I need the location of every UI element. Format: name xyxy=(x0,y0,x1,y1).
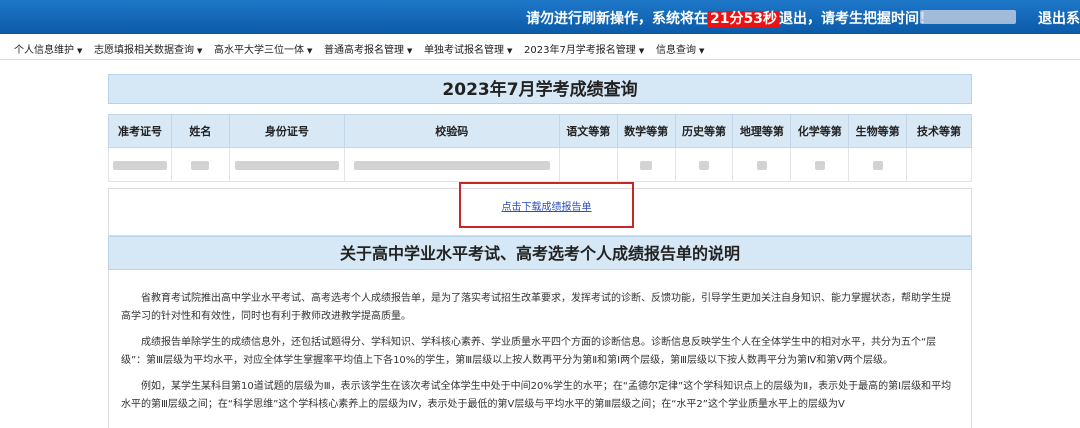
user-name-redacted xyxy=(920,10,1016,24)
exam-number-cell xyxy=(108,147,172,182)
caret-down-icon: ▼ xyxy=(638,47,645,55)
col-header: 技术等第 xyxy=(906,114,972,148)
redacted-value xyxy=(112,160,167,170)
redacted-value xyxy=(353,160,550,170)
nav-item-single-exam-registration[interactable]: 单独考试报名管理 ▼ xyxy=(424,41,512,56)
download-row: 点击下载成绩报告单 xyxy=(108,182,972,236)
name-cell xyxy=(170,147,230,182)
technology-grade-cell xyxy=(906,147,972,182)
biology-grade-cell xyxy=(848,147,908,182)
redacted-value xyxy=(698,160,709,170)
redacted-value xyxy=(814,160,825,170)
id-number-cell xyxy=(228,147,345,182)
col-header: 准考证号 xyxy=(108,114,172,148)
check-code-cell xyxy=(343,147,560,182)
redacted-value xyxy=(640,160,653,170)
nav-label: 志愿填报相关数据查询 xyxy=(94,45,194,56)
col-header: 姓名 xyxy=(170,114,230,148)
main-nav: 个人信息维护 ▼ 志愿填报相关数据查询 ▼ 高水平大学三位一体 ▼ 普通高考报名管理 ▼… xyxy=(0,34,1080,60)
nav-item-gaokao-registration[interactable]: 普通高考报名管理 ▼ xyxy=(324,41,412,56)
nav-label: 2023年7月学考报名管理 xyxy=(524,45,636,56)
top-banner: 请勿进行刷新操作，系统将在21分53秒退出，请考生把握时间！ 退出系统 xyxy=(0,0,1080,34)
col-header: 校验码 xyxy=(343,114,560,148)
col-header: 生物等第 xyxy=(848,114,908,148)
nav-item-volunteer-query[interactable]: 志愿填报相关数据查询 ▼ xyxy=(94,41,202,56)
history-grade-cell xyxy=(674,147,734,182)
caret-down-icon: ▼ xyxy=(699,47,705,55)
caret-down-icon: ▼ xyxy=(77,47,83,55)
logout-button[interactable]: 退出系统 xyxy=(1038,8,1080,28)
nav-item-xuekao-registration[interactable]: 2023年7月学考报名管理 ▼ xyxy=(524,41,644,56)
chinese-grade-cell xyxy=(558,147,618,182)
col-header: 历史等第 xyxy=(674,114,734,148)
table-row xyxy=(108,147,972,182)
page-title: 2023年7月学考成绩查询 xyxy=(108,74,972,104)
redacted-value xyxy=(756,160,767,170)
nav-item-three-in-one[interactable]: 高水平大学三位一体 ▼ xyxy=(214,41,312,56)
nav-item-personal-info[interactable]: 个人信息维护 ▼ xyxy=(14,41,82,56)
content-panel: 2023年7月学考成绩查询 准考证号 姓名 身份证号 校验码 语文等第 数学等第… xyxy=(108,74,972,428)
paragraph: 省教育考试院推出高中学业水平考试、高考选考个人成绩报告单，是为了落实考试招生改革… xyxy=(121,293,951,322)
refresh-warning: 请勿进行刷新操作，系统将在 21分53秒 退出，请考生把握时间！ xyxy=(526,8,933,28)
warning-suffix: 退出，请考生把握时间！ xyxy=(778,11,933,27)
caret-down-icon: ▼ xyxy=(197,47,203,55)
geography-grade-cell xyxy=(732,147,792,182)
nav-label: 信息查询 xyxy=(656,45,696,56)
redacted-value xyxy=(872,160,883,170)
explanation-text: 省教育考试院推出高中学业水平考试、高考选考个人成绩报告单，是为了落实考试招生改革… xyxy=(108,270,972,428)
chemistry-grade-cell xyxy=(790,147,850,182)
col-header: 地理等第 xyxy=(732,114,792,148)
section-title: 关于高中学业水平考试、高考选考个人成绩报告单的说明 xyxy=(108,236,972,270)
col-header: 化学等第 xyxy=(790,114,850,148)
nav-item-info-query[interactable]: 信息查询 ▼ xyxy=(656,41,704,56)
col-header: 身份证号 xyxy=(228,114,345,148)
countdown-timer: 21分53秒 xyxy=(708,11,779,27)
math-grade-cell xyxy=(616,147,676,182)
redacted-value xyxy=(234,160,339,170)
nav-label: 单独考试报名管理 xyxy=(424,45,504,56)
nav-label: 高水平大学三位一体 xyxy=(214,45,304,56)
paragraph: 例如，某学生某科目第10道试题的层级为Ⅲ，表示该学生在该次考试全体学生中处于中间… xyxy=(121,381,952,410)
col-header: 语文等第 xyxy=(558,114,618,148)
download-report-link[interactable]: 点击下载成绩报告单 xyxy=(461,198,632,213)
score-table: 准考证号 姓名 身份证号 校验码 语文等第 数学等第 历史等第 地理等第 化学等… xyxy=(108,114,972,182)
warning-prefix: 请勿进行刷新操作，系统将在 xyxy=(526,11,708,27)
caret-down-icon: ▼ xyxy=(407,47,413,55)
caret-down-icon: ▼ xyxy=(507,47,513,55)
table-header-row: 准考证号 姓名 身份证号 校验码 语文等第 数学等第 历史等第 地理等第 化学等… xyxy=(108,114,972,148)
nav-label: 个人信息维护 xyxy=(14,45,74,56)
caret-down-icon: ▼ xyxy=(307,47,313,55)
paragraph: 成绩报告单除学生的成绩信息外，还包括试题得分、学科知识、学科核心素养、学业质量水… xyxy=(121,337,937,366)
redacted-value xyxy=(191,160,210,170)
highlight-box: 点击下载成绩报告单 xyxy=(459,182,634,228)
col-header: 数学等第 xyxy=(616,114,676,148)
nav-label: 普通高考报名管理 xyxy=(324,45,404,56)
